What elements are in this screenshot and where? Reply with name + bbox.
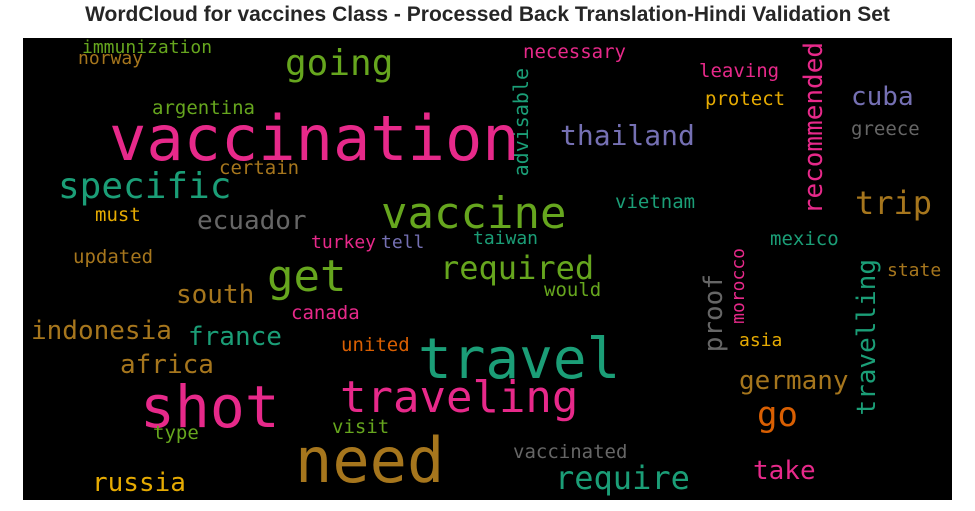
word-specific: specific	[58, 166, 232, 207]
word-need: need	[295, 424, 445, 497]
word-necessary: necessary	[523, 41, 626, 63]
word-thailand: thailand	[560, 119, 695, 152]
word-south: south	[176, 280, 255, 310]
word-protect: protect	[705, 88, 786, 110]
word-morocco: morocco	[728, 248, 749, 324]
word-russia: russia	[92, 468, 186, 498]
word-vietnam: vietnam	[615, 191, 696, 213]
word-ecuador: ecuador	[197, 206, 307, 236]
word-indonesia: indonesia	[31, 316, 172, 346]
word-united: united	[341, 334, 410, 356]
word-state: state	[887, 260, 942, 281]
word-get: get	[267, 251, 347, 302]
word-turkey: turkey	[311, 232, 377, 253]
word-greece: greece	[851, 118, 920, 140]
word-traveling: traveling	[340, 372, 579, 423]
word-mexico: mexico	[770, 228, 839, 250]
word-take: take	[753, 456, 816, 486]
word-tell: tell	[381, 232, 425, 253]
chart-title: WordCloud for vaccines Class - Processed…	[85, 3, 890, 26]
word-require: require	[555, 459, 690, 497]
word-type: type	[153, 422, 199, 444]
word-travelling: travelling	[852, 259, 882, 416]
word-going: going	[285, 43, 394, 84]
word-taiwan: taiwan	[473, 228, 539, 249]
word-updated: updated	[73, 246, 154, 268]
word-asia: asia	[739, 330, 783, 351]
word-go: go	[757, 395, 798, 435]
word-cuba: cuba	[851, 82, 914, 112]
word-germany: germany	[739, 366, 849, 396]
word-norway: norway	[78, 48, 144, 69]
word-must: must	[95, 204, 141, 226]
word-trip: trip	[855, 184, 933, 222]
word-france: france	[188, 322, 282, 352]
word-proof: proof	[699, 274, 729, 353]
word-would: would	[544, 279, 602, 301]
word-leaving: leaving	[699, 60, 780, 82]
word-cloud: immunization norway going necessary advi…	[23, 38, 952, 500]
word-recommended: recommended	[799, 42, 829, 215]
word-canada: canada	[291, 302, 360, 324]
word-vaccination: vaccination	[109, 102, 520, 175]
